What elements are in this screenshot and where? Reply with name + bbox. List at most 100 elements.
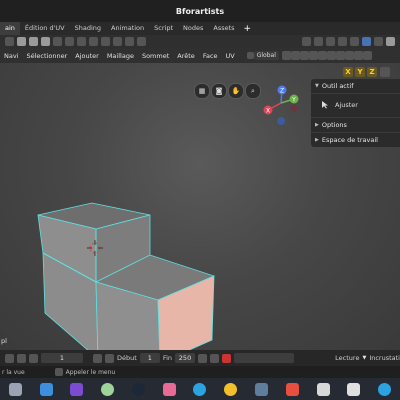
history-icon[interactable] <box>326 37 335 46</box>
auto-merge-icon[interactable] <box>335 51 345 60</box>
xray-toggle-icon[interactable] <box>362 51 372 60</box>
orientation-icon <box>246 52 254 59</box>
keying-set-field[interactable] <box>234 353 295 363</box>
end-frame-field[interactable]: 250 <box>175 353 196 363</box>
mirror-icon[interactable] <box>326 51 336 60</box>
menu-vertex[interactable]: Sommet <box>138 52 173 60</box>
editor-type-icon[interactable] <box>5 37 14 46</box>
proportional-falloff-icon[interactable] <box>317 51 327 60</box>
pivot-icon[interactable] <box>281 51 291 60</box>
mirror-options-icon[interactable] <box>380 67 390 77</box>
sidebar-panel: ▼ Outil actif Ajuster ▶ Options ▶ Espace… <box>311 79 400 147</box>
tab-shading[interactable]: Shading <box>70 22 106 35</box>
redo-icon[interactable] <box>314 37 323 46</box>
chevron-down-icon: ▼ <box>315 83 319 89</box>
zoom-icon[interactable]: ⌕ <box>245 83 261 99</box>
menu-uv[interactable]: UV <box>222 52 239 60</box>
mode-dropdown[interactable] <box>374 37 383 46</box>
3d-viewport[interactable]: Z Y X X Y Z ▦ ◙ ✋ ⌕ ▼ Outil actif Ajuste… <box>0 63 400 350</box>
chrome-icon[interactable] <box>224 382 238 396</box>
snap-icon[interactable] <box>290 51 300 60</box>
menu-mesh[interactable]: Maillage <box>103 52 138 60</box>
keyframe-jump-icon[interactable] <box>198 353 208 363</box>
snap-options-icon[interactable] <box>299 51 309 60</box>
tab-uv-editing[interactable]: Édition d'UV <box>20 22 70 35</box>
telegram-icon-2[interactable] <box>378 382 392 396</box>
rewind-icon[interactable] <box>5 353 14 363</box>
menu-add[interactable]: Ajouter <box>71 52 103 60</box>
tab-main[interactable]: ain <box>0 22 20 35</box>
os-taskbar <box>0 378 400 400</box>
start-frame-field[interactable]: 1 <box>139 353 160 363</box>
proportional-edit-icon[interactable] <box>308 51 318 60</box>
menu-select[interactable]: Sélectionner <box>23 52 72 60</box>
active-tool-section-header[interactable]: ▼ Outil actif <box>311 79 400 94</box>
end-frame-label: Fin <box>162 354 173 362</box>
telegram-icon[interactable] <box>193 382 207 396</box>
tab-nodes[interactable]: Nodes <box>178 22 208 35</box>
screenshot-icon[interactable] <box>39 382 53 396</box>
face-select-icon[interactable] <box>41 37 50 46</box>
edit-mode-button[interactable] <box>386 37 395 46</box>
keying-menu[interactable]: Incrustati <box>369 354 400 362</box>
transform-orientation-dropdown[interactable]: Global <box>253 51 279 60</box>
shading-solid-icon[interactable] <box>53 37 62 46</box>
editor-icon[interactable] <box>347 382 361 396</box>
gizmo-neg-z <box>277 117 285 125</box>
edge-select-icon[interactable] <box>29 37 38 46</box>
overlay-toggle-icon[interactable] <box>353 51 363 60</box>
menu-bar: Navi Sélectionner Ajouter Maillage Somme… <box>0 48 400 63</box>
mesh-options-icon[interactable] <box>344 51 354 60</box>
chevron-right-icon: ▶ <box>315 137 319 143</box>
inkscape-icon[interactable] <box>101 382 115 396</box>
active-tool-name: Ajuster <box>335 100 358 109</box>
shading-material-icon[interactable] <box>65 37 74 46</box>
record-icon[interactable] <box>222 353 232 363</box>
object-mode-icon[interactable] <box>362 37 371 46</box>
view-options-icon[interactable] <box>137 37 146 46</box>
files-icon[interactable] <box>255 382 268 396</box>
render-icon[interactable] <box>338 37 347 46</box>
wireframe-icon[interactable] <box>89 37 98 46</box>
workspace-tabs: ain Édition d'UV Shading Animation Scrip… <box>0 22 400 35</box>
grid-view-icon[interactable]: ▦ <box>194 83 210 99</box>
options-section-header[interactable]: ▶ Options <box>311 118 400 133</box>
vertex-select-icon[interactable] <box>17 37 26 46</box>
tab-animation[interactable]: Animation <box>106 22 149 35</box>
tab-script[interactable]: Script <box>149 22 178 35</box>
tab-assets[interactable]: Assets <box>208 22 239 35</box>
xray-icon[interactable] <box>101 37 110 46</box>
feather-icon[interactable] <box>70 382 84 396</box>
playback-menu[interactable]: Lecture <box>335 354 359 362</box>
camera-icon[interactable]: ◙ <box>211 83 227 99</box>
forward-icon[interactable] <box>29 353 38 363</box>
steam-icon[interactable] <box>131 382 145 396</box>
undo-icon[interactable] <box>302 37 311 46</box>
workspace-section-header[interactable]: ▶ Espace de travail <box>311 133 400 147</box>
flowblade-icon[interactable] <box>285 382 299 396</box>
mirror-y-button[interactable]: Y <box>355 67 365 77</box>
keyframe-icon[interactable] <box>93 353 102 363</box>
menu-view[interactable]: Navi <box>0 52 23 60</box>
cursor-tool-icon <box>322 101 328 109</box>
krita-icon[interactable] <box>162 382 176 396</box>
menu-face[interactable]: Face <box>199 52 222 60</box>
navigation-gizmo[interactable]: Z Y X <box>263 85 299 126</box>
overlay-icon[interactable] <box>113 37 122 46</box>
current-frame-field[interactable]: 1 <box>41 353 83 363</box>
mirror-z-button[interactable]: Z <box>367 67 377 77</box>
add-workspace-button[interactable]: + <box>240 24 256 34</box>
mirror-x-button[interactable]: X <box>343 67 353 77</box>
play-icon[interactable] <box>17 353 26 363</box>
shading-rendered-icon[interactable] <box>77 37 86 46</box>
active-tool-item[interactable]: Ajuster <box>311 94 400 118</box>
file-manager-icon[interactable] <box>8 382 22 396</box>
image-viewer-icon[interactable] <box>316 382 330 396</box>
camera-view-icon[interactable] <box>350 37 359 46</box>
stopwatch-icon[interactable] <box>105 353 114 363</box>
marker-icon[interactable] <box>210 353 220 363</box>
pan-hand-icon[interactable]: ✋ <box>228 83 244 99</box>
mesh-object[interactable] <box>37 202 216 350</box>
menu-edge[interactable]: Arête <box>173 52 199 60</box>
gizmo-toggle-icon[interactable] <box>125 37 134 46</box>
